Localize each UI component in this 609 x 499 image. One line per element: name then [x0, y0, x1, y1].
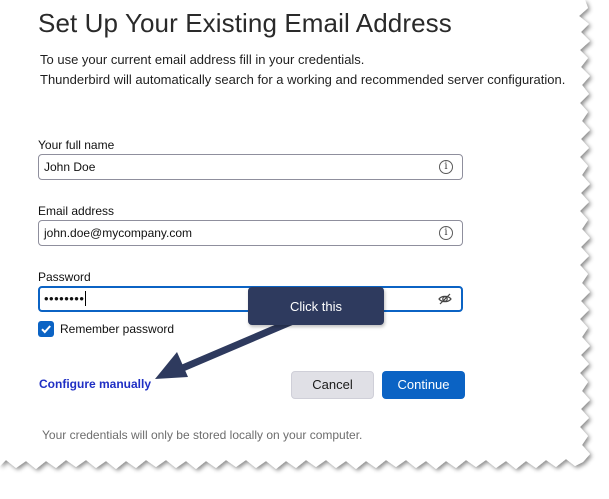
info-icon[interactable]: i	[439, 226, 453, 240]
cancel-button[interactable]: Cancel	[291, 371, 374, 399]
page-title: Set Up Your Existing Email Address	[38, 8, 452, 38]
eye-slash-icon[interactable]	[437, 291, 453, 307]
password-value: ••••••••	[44, 291, 85, 306]
full-name-field[interactable]: John Doe i	[38, 154, 463, 180]
intro-text-line-2: Thunderbird will automatically search fo…	[40, 72, 566, 87]
continue-button[interactable]: Continue	[382, 371, 465, 399]
full-name-label: Your full name	[38, 138, 115, 152]
email-field[interactable]: john.doe@mycompany.com i	[38, 220, 463, 246]
info-icon[interactable]: i	[439, 160, 453, 174]
email-value: john.doe@mycompany.com	[44, 226, 193, 240]
callout-text: Click this	[289, 299, 342, 314]
checkmark-icon	[41, 325, 51, 334]
full-name-value: John Doe	[44, 160, 96, 174]
credentials-note: Your credentials will only be stored loc…	[42, 428, 363, 442]
remember-password-checkbox[interactable]	[38, 321, 54, 337]
password-label: Password	[38, 270, 91, 284]
email-label: Email address	[38, 204, 115, 218]
account-setup-dialog: Set Up Your Existing Email Address To us…	[0, 0, 609, 499]
intro-text-line-1: To use your current email address fill i…	[40, 52, 365, 67]
configure-manually-link[interactable]: Configure manually	[39, 377, 151, 391]
remember-password-label: Remember password	[60, 322, 175, 336]
annotation-callout: Click this	[248, 287, 384, 325]
text-caret	[85, 291, 87, 306]
